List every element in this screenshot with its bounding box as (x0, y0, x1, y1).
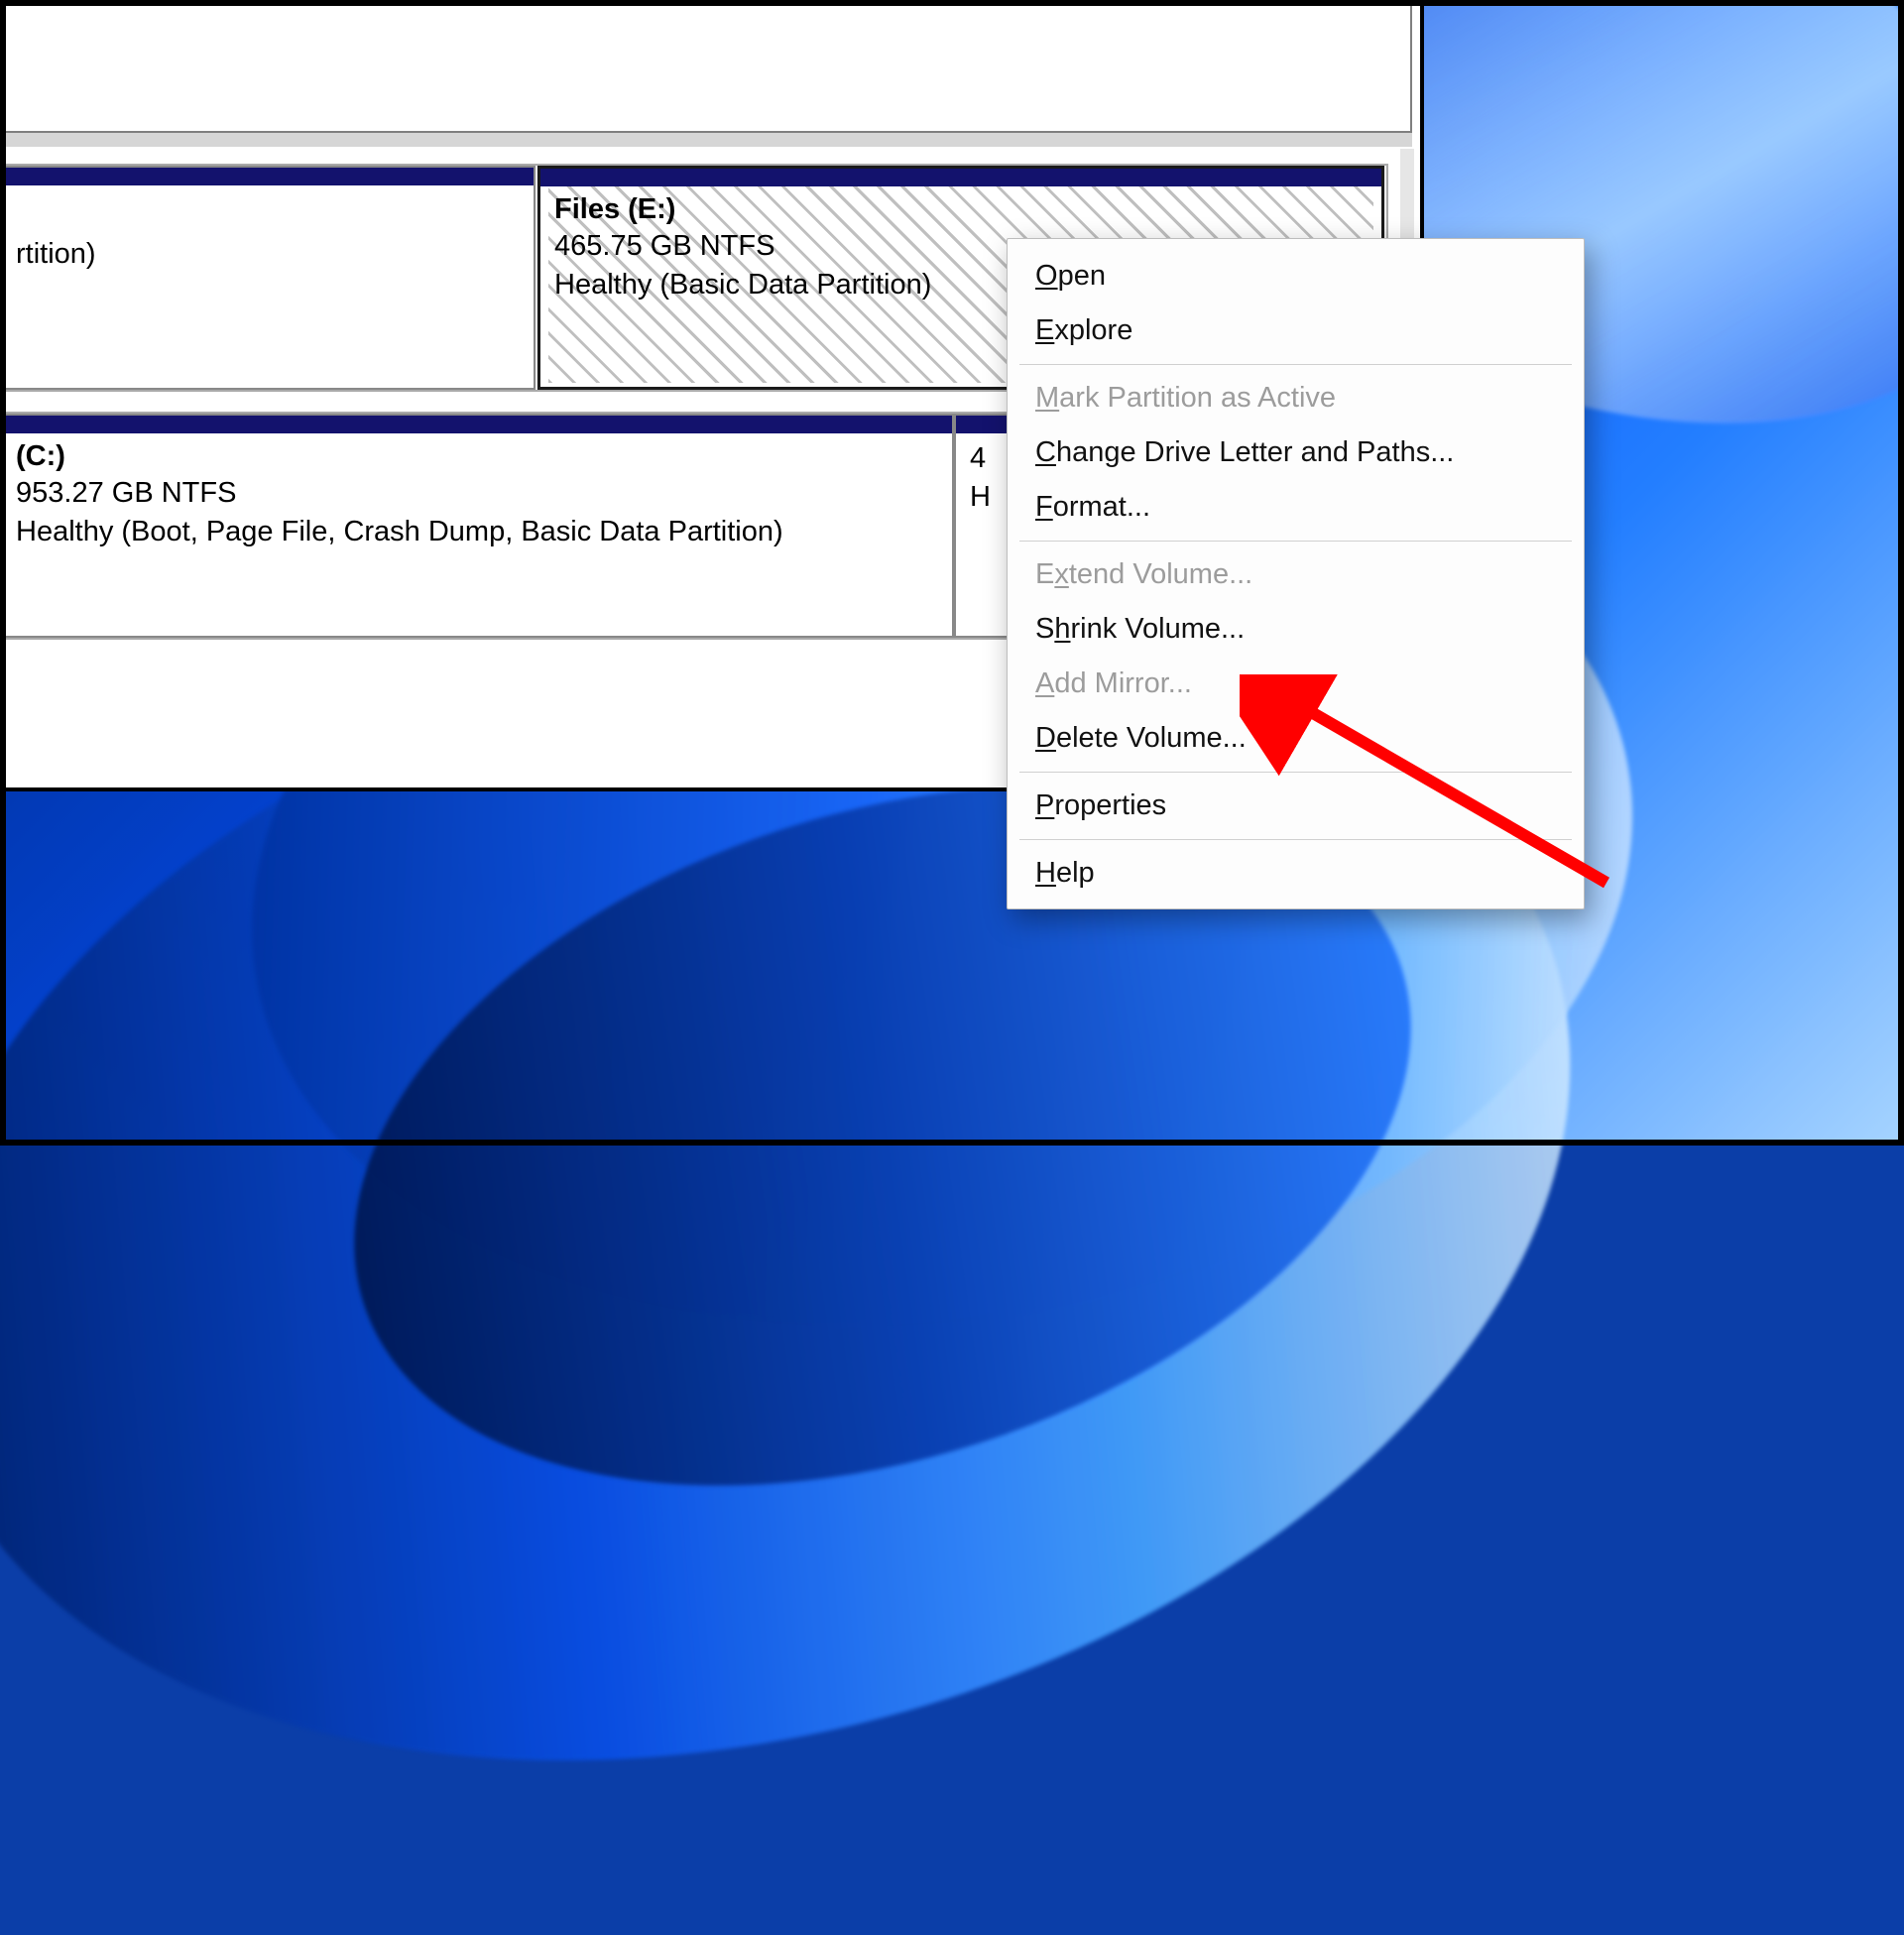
context-menu-item-properties[interactable]: Properties (1008, 779, 1584, 833)
partition-header-bar (540, 169, 1381, 186)
context-menu-item-add-mirror: Add Mirror... (1008, 657, 1584, 711)
partition-status-fragment: rtition) (16, 235, 520, 274)
context-menu-item-mark-partition-as-active: Mark Partition as Active (1008, 371, 1584, 425)
partition-unknown-left[interactable]: rtition) (0, 166, 536, 390)
context-menu-item-open[interactable]: Open (1008, 249, 1584, 303)
context-menu-item-delete-volume[interactable]: Delete Volume... (1008, 711, 1584, 766)
context-menu-item-shrink-volume[interactable]: Shrink Volume... (1008, 602, 1584, 657)
partition-context-menu: OpenExplore Mark Partition as ActiveChang… (1007, 238, 1585, 909)
context-menu-separator (1019, 772, 1572, 773)
context-menu-item-explore[interactable]: Explore (1008, 303, 1584, 358)
partition-title: (C:) (16, 439, 938, 474)
volume-list-pane (0, 0, 1412, 133)
pane-splitter[interactable] (0, 133, 1412, 147)
partition-header-bar (2, 168, 534, 185)
context-menu-item-extend-volume: Extend Volume... (1008, 547, 1584, 602)
context-menu-separator (1019, 364, 1572, 365)
context-menu-item-format[interactable]: Format... (1008, 480, 1584, 535)
context-menu-item-change-drive-letter-and-paths[interactable]: Change Drive Letter and Paths... (1008, 425, 1584, 480)
partition-title: Files (E:) (554, 192, 1368, 227)
partition-c[interactable]: (C:) 953.27 GB NTFS Healthy (Boot, Page … (0, 414, 954, 638)
partition-header-bar (2, 416, 952, 433)
partition-status: Healthy (Boot, Page File, Crash Dump, Ba… (16, 513, 938, 551)
context-menu-separator (1019, 541, 1572, 542)
context-menu-item-help[interactable]: Help (1008, 846, 1584, 901)
partition-size: 953.27 GB NTFS (16, 474, 938, 513)
context-menu-separator (1019, 839, 1572, 840)
